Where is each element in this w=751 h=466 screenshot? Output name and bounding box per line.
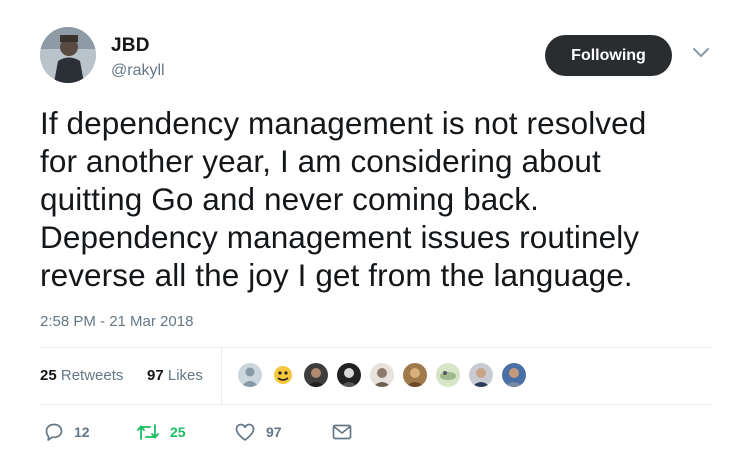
reply-action[interactable]: 12 xyxy=(44,420,90,444)
retweets-count: 25 xyxy=(40,367,57,384)
tweet-actions: 12 25 97 xyxy=(44,420,444,444)
liker-avatar[interactable] xyxy=(302,361,330,389)
liker-avatar[interactable] xyxy=(236,361,264,389)
like-action[interactable]: 97 xyxy=(234,420,282,444)
tweet-line: quitting Go and never coming back. xyxy=(40,181,539,217)
retweet-count: 25 xyxy=(170,424,186,440)
reply-icon xyxy=(45,423,63,441)
liker-avatar[interactable] xyxy=(401,361,429,389)
envelope-icon xyxy=(332,424,352,440)
likes-count: 97 xyxy=(147,367,164,384)
liker-avatar[interactable] xyxy=(500,361,528,389)
stats-separator xyxy=(221,348,222,404)
liker-avatar[interactable] xyxy=(335,361,363,389)
liker-avatar[interactable] xyxy=(467,361,495,389)
tweet-text: If dependency management is not resolved… xyxy=(40,104,730,294)
divider xyxy=(40,404,712,405)
heart-icon xyxy=(235,423,255,441)
author-names: JBD @rakyll xyxy=(111,35,165,80)
display-name[interactable]: JBD xyxy=(111,35,165,57)
author-avatar[interactable] xyxy=(40,27,96,83)
retweets-label: Retweets xyxy=(60,367,124,384)
tweet-timestamp[interactable]: 2:58 PM - 21 Mar 2018 xyxy=(40,313,193,330)
liker-avatar[interactable] xyxy=(269,361,297,389)
user-handle[interactable]: @rakyll xyxy=(111,62,165,80)
tweet-line: If dependency management is not resolved xyxy=(40,105,647,141)
tweet-stats: 25 Retweets 97 Likes xyxy=(40,348,712,404)
following-button[interactable]: Following xyxy=(545,35,672,76)
tweet-line: Dependency management issues routinely xyxy=(40,219,640,255)
likes-stat[interactable]: 97 Likes xyxy=(147,367,203,384)
tweet-line: reverse all the joy I get from the langu… xyxy=(40,257,633,293)
retweet-action[interactable]: 25 xyxy=(136,420,186,444)
likes-label: Likes xyxy=(167,367,203,384)
retweets-stat[interactable]: 25 Retweets xyxy=(40,367,123,384)
chevron-down-icon[interactable] xyxy=(692,47,710,59)
message-action[interactable] xyxy=(331,420,353,444)
tweet-line: for another year, I am considering about xyxy=(40,143,601,179)
liker-avatar[interactable] xyxy=(368,361,396,389)
like-count: 97 xyxy=(266,424,282,440)
retweet-icon xyxy=(137,424,159,440)
reply-count: 12 xyxy=(74,424,90,440)
tweet-header: JBD @rakyll Following xyxy=(40,27,720,89)
liker-avatar[interactable] xyxy=(434,361,462,389)
